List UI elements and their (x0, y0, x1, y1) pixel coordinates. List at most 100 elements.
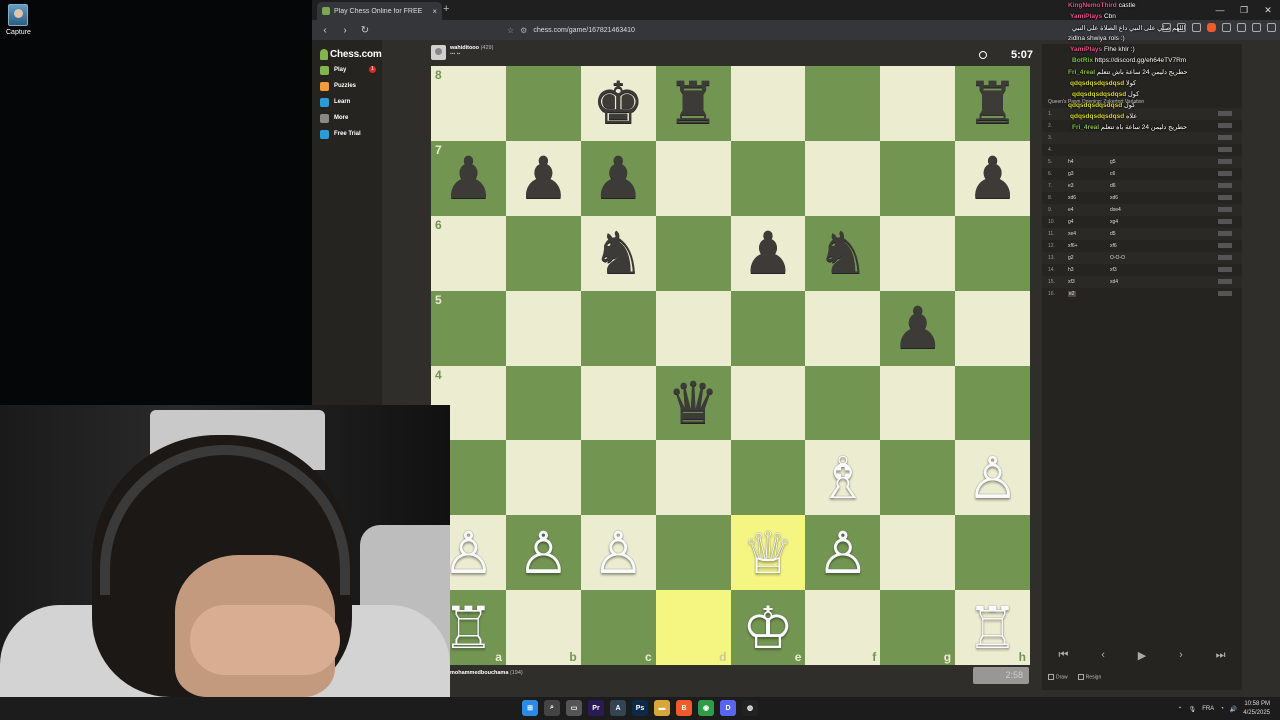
windows-icon[interactable]: ⊞ (522, 700, 538, 716)
sidebar-item-1[interactable]: Puzzles (312, 78, 382, 94)
white-move[interactable]: g4 (1068, 219, 1074, 225)
files-icon[interactable]: ▭ (566, 700, 582, 716)
square-g3[interactable] (880, 440, 956, 516)
menu-icon[interactable] (1267, 23, 1276, 32)
square-b8[interactable] (505, 66, 581, 141)
black-piece-c8[interactable]: ♚ (592, 74, 644, 132)
white-piece-a2[interactable]: ♙ (442, 524, 494, 582)
square-h3[interactable]: ♙ (955, 440, 1030, 516)
square-c8[interactable]: ♚ (580, 66, 656, 141)
black-piece-g5[interactable]: ♟ (892, 299, 944, 357)
back-icon[interactable]: ‹ (318, 25, 332, 36)
black-piece-e6[interactable]: ♟ (742, 224, 794, 282)
black-piece-d8[interactable]: ♜ (667, 74, 719, 132)
square-c7[interactable]: ♟ (580, 140, 656, 216)
folder-icon[interactable]: ▬ (654, 700, 670, 716)
sidebar-item-3[interactable]: More (312, 110, 382, 126)
white-piece-b2[interactable]: ♙ (517, 524, 569, 582)
black-move[interactable]: d5 (1110, 231, 1116, 237)
square-h1[interactable]: h ♖ (955, 590, 1030, 665)
white-move[interactable]: g3 (1068, 171, 1074, 177)
square-e3[interactable] (730, 440, 806, 516)
square-g6[interactable] (880, 215, 956, 291)
sidebar-item-4[interactable]: Free Trial (312, 126, 382, 142)
wallet-icon[interactable] (1252, 23, 1261, 32)
square-d1[interactable]: d (655, 590, 731, 665)
square-h7[interactable]: ♟ (955, 140, 1030, 216)
square-f5[interactable] (805, 290, 881, 366)
square-b5[interactable] (505, 290, 581, 366)
close-window-button[interactable]: ✕ (1256, 0, 1280, 20)
square-g5[interactable]: ♟ (880, 290, 956, 366)
prev-move-button[interactable]: ‹ (1101, 649, 1105, 661)
square-d4[interactable]: ♛ (655, 365, 731, 441)
black-move[interactable]: xd6 (1110, 195, 1118, 201)
square-h5[interactable] (955, 290, 1030, 366)
square-f1[interactable]: f (805, 590, 881, 665)
clock[interactable]: 10:58 PM 4/25/2025 (1243, 700, 1270, 718)
white-move[interactable]: xe4 (1068, 231, 1076, 237)
discord-icon[interactable]: D (720, 700, 736, 716)
last-move-button[interactable]: ⏭ (1216, 649, 1226, 662)
white-piece-e2[interactable]: ♕ (742, 524, 794, 582)
black-move[interactable]: xd4 (1110, 279, 1118, 285)
white-piece-c2[interactable]: ♙ (592, 524, 644, 582)
square-g2[interactable] (880, 515, 956, 591)
square-c5[interactable] (580, 290, 656, 366)
reload-icon[interactable]: ↻ (358, 25, 372, 36)
white-move[interactable]: g2 (1068, 255, 1074, 261)
square-e6[interactable]: ♟ (730, 215, 806, 291)
square-e7[interactable] (730, 140, 806, 216)
black-piece-a7[interactable]: ♟ (442, 149, 494, 207)
app-icon[interactable]: A (610, 700, 626, 716)
chess-board[interactable]: 8♚♜♜7♟♟♟♟6♞♟♞5♟4♛3♗♙2♙♙♙♕♙1a♖bcde♔fgh♖ (431, 66, 1030, 665)
square-h6[interactable] (955, 215, 1030, 291)
photoshop-icon[interactable]: Ps (632, 700, 648, 716)
sidebar-icon[interactable] (1237, 23, 1246, 32)
white-move[interactable]: e4 (1068, 207, 1074, 213)
black-piece-d4[interactable]: ♛ (667, 374, 719, 432)
url-text[interactable]: chess.com/game/167821463410 (533, 27, 635, 34)
square-a8[interactable]: 8 (431, 66, 506, 141)
white-piece-h1[interactable]: ♖ (967, 599, 1019, 657)
brave-icon[interactable]: B (676, 700, 692, 716)
site-info-icon[interactable]: ⚙ (520, 26, 527, 35)
black-piece-c6[interactable]: ♞ (592, 224, 644, 282)
black-move[interactable]: xf3 (1110, 267, 1117, 273)
black-move[interactable]: dxe4 (1110, 207, 1121, 213)
square-b2[interactable]: ♙ (505, 515, 581, 591)
wifi-icon[interactable]: ◔ (1220, 706, 1224, 712)
resign-button[interactable]: Resign (1077, 674, 1101, 680)
bookmark-icon[interactable]: ☆ (507, 26, 514, 35)
square-e5[interactable] (730, 290, 806, 366)
black-move[interactable]: c6 (1110, 171, 1115, 177)
sidebar-item-0[interactable]: Play 1 (312, 62, 382, 78)
tray-chevron-icon[interactable]: ⌃ (1178, 706, 1183, 713)
black-move[interactable]: g5 (1110, 159, 1116, 165)
square-b1[interactable]: b (505, 590, 581, 665)
white-piece-f3[interactable]: ♗ (817, 449, 869, 507)
chesscom-logo[interactable]: Chess.com (312, 40, 382, 62)
square-c6[interactable]: ♞ (580, 215, 656, 291)
black-piece-h7[interactable]: ♟ (967, 149, 1019, 207)
square-h2[interactable] (955, 515, 1030, 591)
black-piece-h8[interactable]: ♜ (967, 74, 1019, 132)
square-d7[interactable] (655, 140, 731, 216)
search-icon[interactable]: ⌕ (544, 700, 560, 716)
volume-icon[interactable]: 🔊 (1230, 706, 1237, 713)
user-name[interactable]: mohammedbouchama (194) (450, 670, 523, 676)
square-g7[interactable] (880, 140, 956, 216)
tab-close-icon[interactable]: × (432, 7, 437, 16)
square-g4[interactable] (880, 365, 956, 441)
square-c3[interactable] (580, 440, 656, 516)
square-e4[interactable] (730, 365, 806, 441)
white-move[interactable]: xf3 (1068, 279, 1075, 285)
square-a5[interactable]: 5 (431, 290, 506, 366)
minimize-button[interactable]: — (1208, 0, 1232, 20)
obs-icon[interactable]: ◍ (742, 700, 758, 716)
extensions-icon[interactable] (1222, 23, 1231, 32)
maximize-button[interactable]: ❐ (1232, 0, 1256, 20)
square-e1[interactable]: e ♔ (730, 590, 806, 665)
square-f2[interactable]: ♙ (805, 515, 881, 591)
play-button[interactable]: ▶ (1138, 649, 1146, 662)
